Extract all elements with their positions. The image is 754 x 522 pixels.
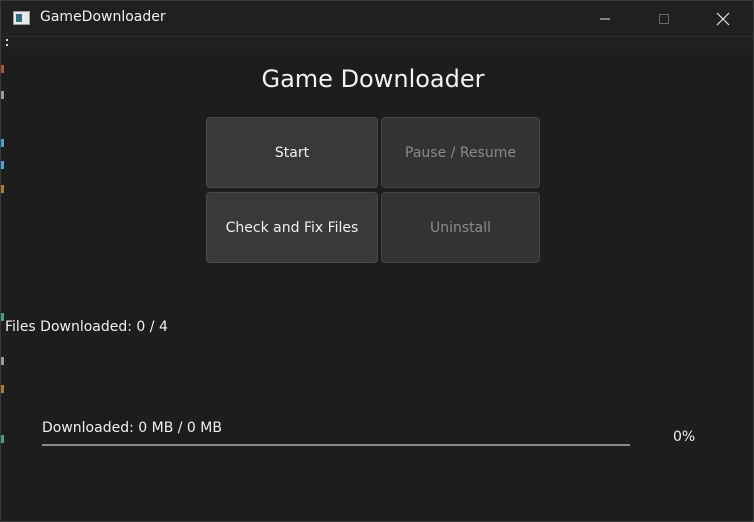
app-window: GameDownloader Game Downloader Start Pau…: [0, 0, 754, 522]
background-window-edge: [1, 185, 4, 193]
app-window-icon: [13, 11, 30, 25]
background-window-edge: [1, 357, 4, 365]
background-window-edge: [1, 435, 4, 443]
background-window-edge: [1, 161, 4, 169]
uninstall-button[interactable]: Uninstall: [381, 192, 540, 263]
window-title: GameDownloader: [40, 9, 166, 25]
files-downloaded-status: Files Downloaded: 0 / 4: [5, 319, 168, 335]
title-bar[interactable]: GameDownloader: [1, 1, 753, 37]
download-percent: 0%: [673, 429, 696, 445]
close-icon: [716, 12, 730, 25]
background-window-edge: [1, 139, 4, 147]
close-button[interactable]: [694, 1, 752, 36]
page-title: Game Downloader: [261, 65, 485, 93]
download-progress-bar: [42, 444, 630, 446]
check-fix-files-button[interactable]: Check and Fix Files: [206, 192, 378, 263]
background-window-edge: [1, 313, 4, 321]
minimize-button[interactable]: [576, 1, 634, 36]
minimize-icon: [600, 18, 610, 19]
start-button[interactable]: Start: [206, 117, 378, 188]
maximize-icon: [659, 13, 669, 24]
maximize-button[interactable]: [635, 1, 693, 36]
download-size-status: Downloaded: 0 MB / 0 MB: [42, 420, 222, 436]
background-window-edge: [1, 385, 4, 393]
pause-resume-button[interactable]: Pause / Resume: [381, 117, 540, 188]
overflow-menu-icon[interactable]: [6, 39, 9, 47]
